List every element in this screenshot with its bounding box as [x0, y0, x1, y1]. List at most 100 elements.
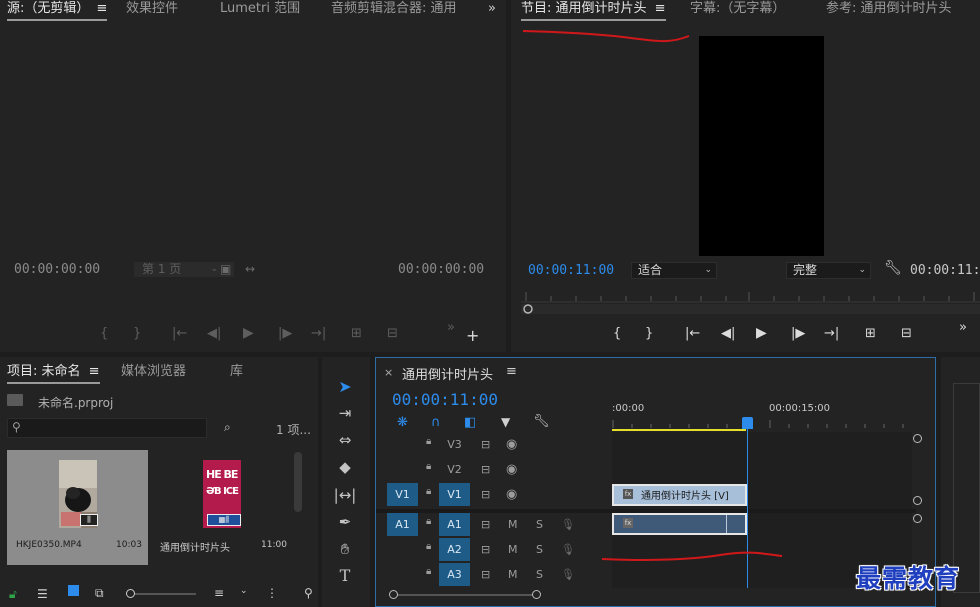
overwrite-icon[interactable]: ⊟	[387, 326, 398, 341]
tab-audio-clip-mixer[interactable]: 音频剪辑混合器: 通用	[331, 0, 457, 18]
insert-icon[interactable]: ⊞	[351, 326, 362, 341]
video-zoom-handle-bottom[interactable]	[913, 496, 922, 505]
microphone-icon[interactable]: 🎙︎	[561, 538, 575, 561]
mute-button[interactable]: M	[508, 563, 518, 586]
program-timecode[interactable]: 00:00:11:00	[528, 263, 614, 278]
chevron-down-icon[interactable]: ⌄	[240, 586, 248, 596]
freeform-view-icon[interactable]: ⧉	[95, 586, 104, 601]
drag-handle-icon[interactable]: ↔	[245, 262, 255, 276]
razor-tool-icon[interactable]: ◆	[333, 456, 357, 478]
tab-program[interactable]: 节目: 通用倒计时片头 ≡	[521, 0, 666, 21]
tab-reference[interactable]: 参考: 通用倒计时片头	[826, 0, 952, 18]
tab-captions[interactable]: 字幕:（无字幕）	[690, 0, 785, 18]
slip-tool-icon[interactable]: |↔|	[333, 484, 357, 506]
selection-tool-icon[interactable]: ➤	[333, 376, 357, 398]
video-clip[interactable]: fx 通用倒计时片头 [V]	[612, 484, 747, 506]
automate-icon[interactable]: ⋮	[266, 586, 278, 600]
timeline-horizontal-scrollbar[interactable]	[389, 590, 541, 599]
solo-button[interactable]: S	[536, 538, 543, 561]
audio-zoom-handle-top[interactable]	[913, 514, 922, 523]
source-patch-a1[interactable]: A1	[387, 513, 418, 536]
tab-source[interactable]: 源:（无剪辑） ≡	[7, 0, 108, 21]
mark-in-icon[interactable]: {	[613, 326, 621, 341]
timeline-timecode[interactable]: 00:00:11:00	[392, 390, 498, 409]
eye-icon[interactable]: ◉	[506, 458, 517, 481]
audio-clip[interactable]: fx	[612, 513, 747, 535]
target-v3[interactable]: V3	[439, 433, 470, 456]
project-item-1[interactable]: ⫼ HKJE0350.MP4 10:03	[7, 450, 148, 565]
type-tool-icon[interactable]: T	[333, 565, 357, 587]
fit-select[interactable]: 适合 ⌄	[631, 262, 717, 279]
timeline-tab-label[interactable]: 通用倒计时片头	[402, 364, 493, 383]
mute-button[interactable]: M	[508, 513, 518, 536]
lock-icon[interactable]: 🔒︎	[426, 436, 431, 447]
snap-icon[interactable]: ∩	[431, 415, 441, 430]
tab-effect-controls[interactable]: 效果控件	[126, 0, 178, 18]
new-search-bin-icon[interactable]: ⌕	[224, 420, 231, 435]
sync-lock-icon[interactable]: ⊟	[481, 458, 490, 481]
target-a2[interactable]: A2	[439, 538, 470, 561]
play-icon[interactable]: ▶	[756, 325, 767, 341]
scroll-handle-right[interactable]	[532, 590, 541, 599]
sync-lock-icon[interactable]: ⊟	[481, 563, 490, 586]
lift-icon[interactable]: ⊞	[865, 326, 876, 341]
project-item-2[interactable]: HE BE ƏƁ ICE ▦⫼ 通用倒计时片头 11:00	[153, 450, 293, 565]
tab-libraries[interactable]: 库	[230, 363, 243, 381]
more-buttons-icon[interactable]: »	[959, 320, 967, 335]
project-search-input[interactable]: ⚲	[7, 418, 207, 438]
sync-lock-icon[interactable]: ⊟	[481, 538, 490, 561]
go-to-in-icon[interactable]: |←	[172, 326, 187, 341]
timeline-ruler[interactable]	[612, 416, 922, 432]
eye-icon[interactable]: ◉	[506, 433, 517, 456]
go-to-out-icon[interactable]: →|	[824, 326, 839, 341]
play-icon[interactable]: ▶	[243, 325, 254, 341]
list-view-icon[interactable]: ☰	[37, 587, 48, 601]
mark-in-icon[interactable]: {	[100, 326, 108, 341]
sort-icon[interactable]: ≡	[214, 586, 224, 600]
target-a3[interactable]: A3	[439, 563, 470, 586]
microphone-icon[interactable]: 🎙︎	[561, 513, 575, 536]
target-a1[interactable]: A1	[439, 513, 470, 536]
microphone-icon[interactable]: 🎙︎	[561, 563, 575, 586]
lock-icon[interactable]: 🔒︎	[426, 566, 431, 577]
mute-button[interactable]: M	[508, 538, 518, 561]
step-back-icon[interactable]: ◀|	[207, 326, 221, 341]
project-scrollbar[interactable]	[294, 452, 302, 512]
lock-icon[interactable]: 🔓︎	[9, 587, 17, 602]
mark-out-icon[interactable]: }	[133, 326, 141, 341]
wrench-icon[interactable]: 🔧︎	[533, 414, 550, 429]
solo-button[interactable]: S	[536, 563, 543, 586]
add-button-icon[interactable]: +	[466, 326, 479, 345]
video-zoom-handle-top[interactable]	[913, 434, 922, 443]
lock-icon[interactable]: 🔒︎	[426, 461, 431, 472]
step-forward-icon[interactable]: |▶	[278, 326, 292, 341]
find-icon[interactable]: ⚲	[304, 586, 313, 600]
step-forward-icon[interactable]: |▶	[791, 326, 805, 341]
track-select-tool-icon[interactable]: ⇥	[333, 402, 357, 424]
nest-icon[interactable]: ❋	[397, 415, 408, 430]
target-v1[interactable]: V1	[439, 483, 470, 506]
sync-lock-icon[interactable]: ⊟	[481, 513, 490, 536]
zoom-slider[interactable]	[126, 589, 196, 598]
go-to-in-icon[interactable]: |←	[685, 326, 700, 341]
tab-media-browser[interactable]: 媒体浏览器	[121, 363, 186, 381]
tab-project[interactable]: 项目: 未命名 ≡	[7, 363, 100, 384]
target-v2[interactable]: V2	[439, 458, 470, 481]
solo-button[interactable]: S	[536, 513, 543, 536]
extract-icon[interactable]: ⊟	[901, 326, 912, 341]
sync-lock-icon[interactable]: ⊟	[481, 433, 490, 456]
more-buttons-icon[interactable]: »	[447, 320, 455, 335]
export-frame-icon[interactable]: ▣	[220, 262, 231, 276]
wrench-icon[interactable]: 🔧︎	[884, 260, 902, 276]
tab-project-menu-icon[interactable]: ≡	[89, 364, 100, 379]
source-patch-v1[interactable]: V1	[387, 483, 418, 506]
scroll-handle-left[interactable]	[389, 590, 398, 599]
hand-tool-icon[interactable]: ✋︎	[333, 538, 357, 560]
lock-icon[interactable]: 🔒︎	[426, 516, 431, 527]
step-back-icon[interactable]: ◀|	[721, 326, 735, 341]
timeline-menu-icon[interactable]: ≡	[506, 364, 517, 379]
program-time-ruler[interactable]	[521, 290, 980, 316]
tab-program-menu-icon[interactable]: ≡	[655, 1, 666, 16]
page-select[interactable]: 第 1 页 ⌄	[134, 262, 234, 277]
tabs-overflow-icon[interactable]: »	[488, 0, 496, 18]
